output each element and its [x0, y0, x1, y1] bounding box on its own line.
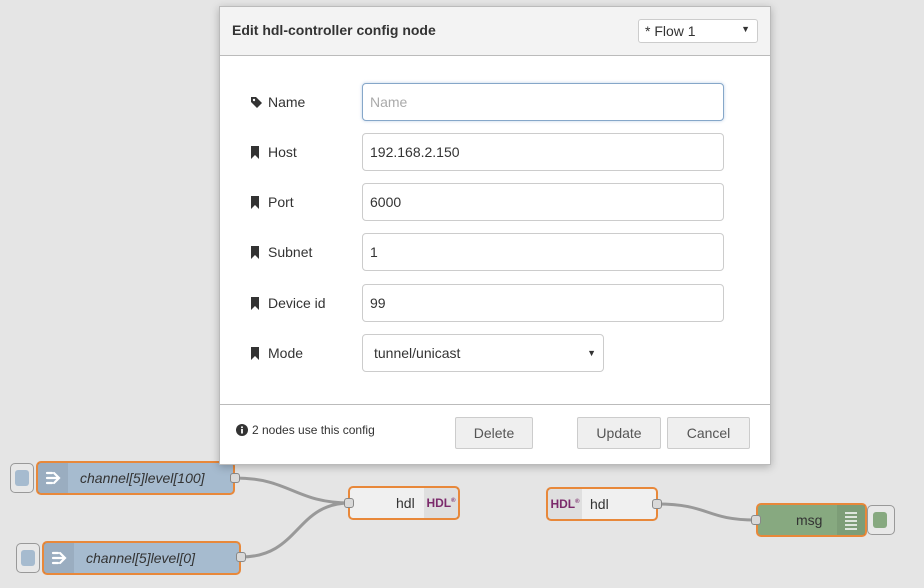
flow-select-value: * Flow 1: [645, 23, 696, 39]
hdl-in-label: hdl: [590, 496, 609, 512]
debug-toggle-face: [873, 512, 887, 528]
hdl-logo-icon: HDL®: [550, 497, 580, 511]
debug-node-label: msg: [796, 512, 823, 528]
subnet-row: Subnet 1: [220, 233, 770, 271]
config-usage-text: 2 nodes use this config: [252, 423, 375, 437]
name-row: Name Name: [220, 83, 770, 121]
inject-button[interactable]: [10, 463, 34, 493]
mode-label-text: Mode: [268, 345, 304, 361]
hdl-logo-text: HDL: [426, 496, 452, 510]
hdl-logo-text: HDL: [550, 497, 576, 511]
debug-toggle-button[interactable]: [867, 505, 895, 535]
inject-button[interactable]: [16, 543, 40, 573]
bookmark-icon: [250, 346, 268, 360]
device-id-label-text: Device id: [268, 295, 326, 311]
arrow-in-icon: [45, 471, 61, 485]
inject-node-label: channel[5]level[100]: [80, 470, 205, 486]
config-usage: 2 nodes use this config: [236, 423, 375, 437]
host-label-text: Host: [268, 144, 297, 160]
list-icon: [845, 512, 857, 530]
info-icon: [236, 424, 248, 436]
name-input[interactable]: Name: [362, 83, 724, 121]
inject-icon-area: [44, 543, 74, 573]
output-port[interactable]: [230, 473, 240, 483]
inject-node[interactable]: channel[5]level[0]: [42, 541, 241, 575]
hdl-logo-icon: HDL®: [426, 496, 456, 510]
inject-icon-area: [38, 463, 68, 493]
dialog-header: Edit hdl-controller config node * Flow 1…: [220, 7, 770, 56]
bookmark-icon: [250, 195, 268, 209]
input-port[interactable]: [344, 498, 354, 508]
device-id-input[interactable]: 99: [362, 284, 724, 322]
wire-inject1-hdl[interactable]: [234, 476, 351, 505]
hdl-in-node[interactable]: HDL® hdl: [546, 487, 658, 521]
dropdown-arrow-icon: ▼: [741, 24, 750, 34]
device-id-label: Device id: [250, 284, 326, 322]
flow-select[interactable]: * Flow 1 ▼: [638, 19, 758, 43]
tag-icon: [250, 96, 268, 109]
bookmark-icon: [250, 245, 268, 259]
debug-icon-area: [837, 505, 865, 535]
output-port[interactable]: [236, 552, 246, 562]
host-input[interactable]: 192.168.2.150: [362, 133, 724, 171]
dropdown-arrow-icon: ▼: [587, 348, 596, 358]
edit-config-dialog: Edit hdl-controller config node * Flow 1…: [219, 6, 771, 465]
bookmark-icon: [250, 145, 268, 159]
port-label: Port: [250, 183, 294, 221]
mode-row: Mode tunnel/unicast ▼: [220, 334, 770, 372]
name-label: Name: [250, 83, 305, 121]
port-row: Port 6000: [220, 183, 770, 221]
hdl-logo-area: HDL®: [424, 488, 458, 518]
dialog-title: Edit hdl-controller config node: [232, 22, 436, 38]
name-placeholder: Name: [370, 94, 408, 110]
update-button[interactable]: Update: [577, 417, 661, 449]
port-input[interactable]: 6000: [362, 183, 724, 221]
port-value: 6000: [370, 194, 402, 210]
device-id-value: 99: [370, 295, 386, 311]
host-row: Host 192.168.2.150: [220, 133, 770, 171]
subnet-value: 1: [370, 244, 378, 260]
mode-value: tunnel/unicast: [374, 345, 461, 361]
dialog-footer: 2 nodes use this config Delete Update Ca…: [220, 404, 770, 464]
subnet-label-text: Subnet: [268, 244, 313, 260]
input-port[interactable]: [751, 515, 761, 525]
device-id-row: Device id 99: [220, 284, 770, 322]
wire-hdl-debug[interactable]: [656, 502, 757, 522]
bookmark-icon: [250, 296, 268, 310]
output-port[interactable]: [652, 499, 662, 509]
hdl-logo-area: HDL®: [548, 489, 582, 519]
arrow-in-icon: [51, 551, 67, 565]
host-label: Host: [250, 133, 297, 171]
host-value: 192.168.2.150: [370, 144, 460, 160]
inject-button-face: [15, 470, 29, 486]
inject-node-label: channel[5]level[0]: [86, 550, 195, 566]
wire-inject2-hdl[interactable]: [240, 501, 351, 559]
name-label-text: Name: [268, 94, 306, 110]
cancel-button[interactable]: Cancel: [667, 417, 750, 449]
delete-button[interactable]: Delete: [455, 417, 533, 449]
port-label-text: Port: [268, 194, 294, 210]
mode-label: Mode: [250, 334, 303, 372]
inject-node[interactable]: channel[5]level[100]: [36, 461, 235, 495]
subnet-input[interactable]: 1: [362, 233, 724, 271]
mode-select[interactable]: tunnel/unicast ▼: [362, 334, 604, 372]
inject-button-face: [21, 550, 35, 566]
debug-node[interactable]: msg: [756, 503, 867, 537]
hdl-out-label: hdl: [396, 495, 415, 511]
subnet-label: Subnet: [250, 233, 312, 271]
hdl-out-node[interactable]: hdl HDL®: [348, 486, 460, 520]
